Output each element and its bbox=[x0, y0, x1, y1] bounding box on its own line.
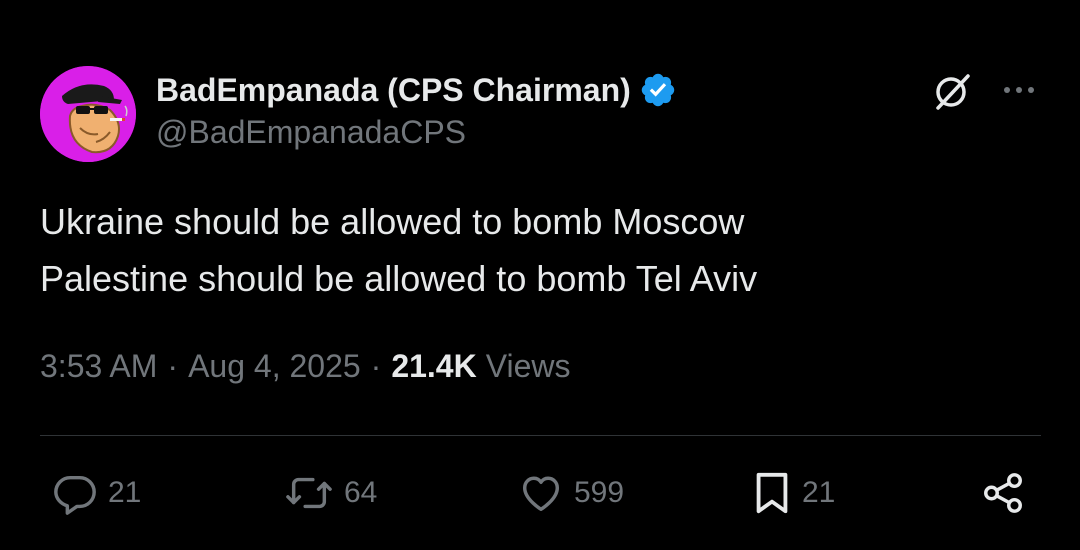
meta-separator: · bbox=[167, 348, 179, 384]
tweet-date[interactable]: Aug 4, 2025 bbox=[188, 348, 361, 385]
share-button[interactable] bbox=[980, 470, 1026, 516]
repost-icon bbox=[284, 470, 334, 516]
like-button[interactable]: 599 bbox=[518, 470, 624, 516]
grok-icon[interactable] bbox=[930, 68, 976, 114]
tweet-text: Ukraine should be allowed to bomb Moscow… bbox=[40, 193, 757, 307]
reply-count: 21 bbox=[108, 476, 142, 509]
author-display-name[interactable]: BadEmpanada (CPS Chairman) bbox=[156, 72, 631, 109]
verified-badge-icon[interactable] bbox=[639, 71, 677, 109]
tweet-card: BadEmpanada (CPS Chairman) @BadEmpanadaC… bbox=[0, 0, 1080, 550]
divider bbox=[40, 435, 1041, 436]
like-count: 599 bbox=[574, 476, 625, 509]
author-name-row: BadEmpanada (CPS Chairman) bbox=[156, 70, 677, 110]
bookmark-count: 21 bbox=[802, 476, 836, 509]
more-icon[interactable] bbox=[996, 70, 1042, 110]
bookmark-button[interactable]: 21 bbox=[752, 470, 835, 516]
views-count[interactable]: 21.4K bbox=[391, 348, 476, 385]
tweet-text-line: Ukraine should be allowed to bomb Moscow bbox=[40, 201, 745, 242]
repost-button[interactable]: 64 bbox=[284, 470, 377, 516]
tweet-text-line: Palestine should be allowed to bomb Tel … bbox=[40, 258, 758, 299]
repost-count: 64 bbox=[344, 476, 378, 509]
bookmark-icon bbox=[752, 470, 792, 516]
tweet-meta: 3:53 AM · Aug 4, 2025 · 21.4K Views bbox=[40, 348, 570, 385]
meta-separator: · bbox=[370, 348, 382, 384]
share-icon bbox=[980, 470, 1026, 516]
reply-icon bbox=[52, 470, 98, 516]
author-handle[interactable]: @BadEmpanadaCPS bbox=[156, 114, 466, 151]
tweet-time[interactable]: 3:53 AM bbox=[40, 348, 157, 385]
avatar[interactable] bbox=[40, 66, 136, 162]
heart-icon bbox=[518, 470, 564, 516]
reply-button[interactable]: 21 bbox=[52, 470, 141, 516]
views-label: Views bbox=[485, 348, 571, 384]
